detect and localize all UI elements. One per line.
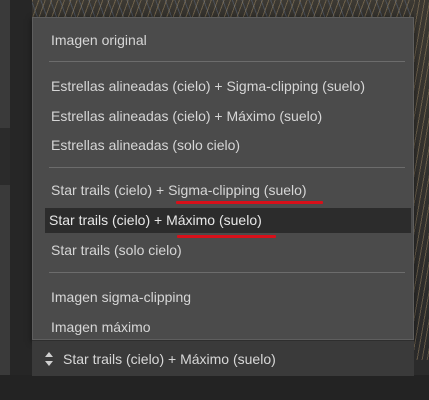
app-window: Imagen original Estrellas alineadas (cie…: [0, 0, 429, 400]
left-gutter: [10, 0, 32, 385]
option-imagen-maximo[interactable]: Imagen máximo: [47, 315, 411, 340]
annotation-underline-maximo: [177, 235, 276, 238]
separator: [49, 167, 405, 168]
option-estrellas-solo-cielo[interactable]: Estrellas alineadas (solo cielo): [47, 133, 411, 158]
blend-mode-dropdown-list: Imagen original Estrellas alineadas (cie…: [32, 17, 414, 340]
option-star-trails-solo-cielo[interactable]: Star trails (solo cielo): [47, 238, 411, 263]
combobox-value: Star trails (cielo) + Máximo (suelo): [63, 351, 276, 367]
bottom-bar: [0, 375, 429, 400]
option-imagen-original[interactable]: Imagen original: [47, 28, 411, 53]
up-down-arrows-icon: [45, 352, 53, 366]
option-estrellas-sigma[interactable]: Estrellas alineadas (cielo) + Sigma-clip…: [47, 74, 411, 99]
star-trails-preview-edge: [414, 0, 429, 360]
option-estrellas-maximo[interactable]: Estrellas alineadas (cielo) + Máximo (su…: [47, 104, 411, 129]
separator: [49, 272, 405, 273]
option-star-trails-sigma[interactable]: Star trails (cielo) + Sigma-clipping (su…: [47, 178, 411, 203]
blend-mode-combobox[interactable]: Star trails (cielo) + Máximo (suelo): [32, 340, 414, 376]
option-imagen-sigma-clipping[interactable]: Imagen sigma-clipping: [47, 285, 411, 310]
option-star-trails-maximo[interactable]: Star trails (cielo) + Máximo (suelo): [45, 208, 411, 233]
separator: [49, 61, 405, 62]
annotation-underline-sigma: [176, 201, 323, 204]
